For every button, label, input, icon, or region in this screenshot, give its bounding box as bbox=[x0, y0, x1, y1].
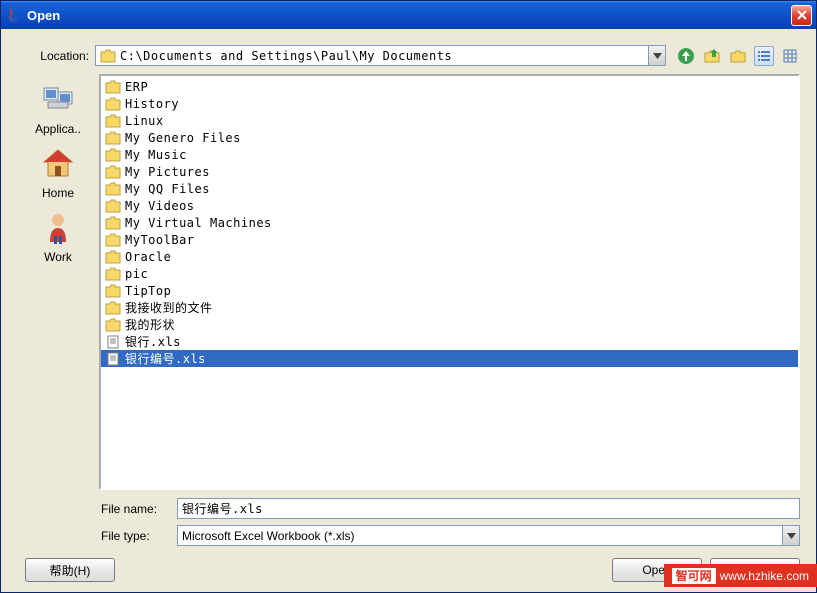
folder-icon bbox=[105, 233, 121, 247]
file-name-text: 银行.xls bbox=[125, 333, 181, 350]
location-combo[interactable]: C:\Documents and Settings\Paul\My Docume… bbox=[95, 45, 666, 66]
place-item-work[interactable]: Work bbox=[20, 206, 96, 268]
file-name-text: 我的形状 bbox=[125, 316, 175, 333]
folder-item[interactable]: ERP bbox=[101, 78, 798, 95]
folder-item[interactable]: History bbox=[101, 95, 798, 112]
dialog-content: Location: C:\Documents and Settings\Paul… bbox=[1, 29, 816, 592]
file-name-text: History bbox=[125, 97, 179, 111]
folder-item[interactable]: Linux bbox=[101, 112, 798, 129]
folder-icon bbox=[105, 284, 121, 298]
file-item[interactable]: 银行编号.xls bbox=[101, 350, 798, 367]
folder-item[interactable]: My Genero Files bbox=[101, 129, 798, 146]
location-path: C:\Documents and Settings\Paul\My Docume… bbox=[120, 49, 648, 63]
file-name-text: 我接收到的文件 bbox=[125, 299, 213, 316]
file-icon bbox=[105, 335, 121, 349]
folder-icon bbox=[105, 301, 121, 315]
file-list[interactable]: ERP History Linux My Genero Files My Music My… bbox=[99, 74, 800, 490]
file-name-text: My Virtual Machines bbox=[125, 216, 272, 230]
open-dialog-window: Open Location: C:\Documents and Settings… bbox=[0, 0, 817, 593]
watermark-prefix: 智可网 bbox=[672, 568, 716, 584]
location-row: Location: C:\Documents and Settings\Paul… bbox=[17, 39, 800, 74]
folder-icon bbox=[105, 216, 121, 230]
bottom-fields: File name: File type: Microsoft Excel Wo… bbox=[99, 490, 800, 552]
folder-icon bbox=[105, 267, 121, 281]
home-icon bbox=[40, 146, 76, 182]
folder-icon bbox=[105, 148, 121, 162]
watermark-url: www.hzhike.com bbox=[720, 569, 809, 583]
location-label: Location: bbox=[17, 49, 95, 63]
folder-item[interactable]: Oracle bbox=[101, 248, 798, 265]
folder-icon bbox=[105, 165, 121, 179]
file-type-value: Microsoft Excel Workbook (*.xls) bbox=[182, 529, 354, 543]
file-name-text: My Genero Files bbox=[125, 131, 241, 145]
folder-item[interactable]: My Music bbox=[101, 146, 798, 163]
file-item[interactable]: 银行.xls bbox=[101, 333, 798, 350]
file-name-text: My Videos bbox=[125, 199, 195, 213]
folder-icon bbox=[105, 182, 121, 196]
folder-item[interactable]: TipTop bbox=[101, 282, 798, 299]
file-name-text: pic bbox=[125, 267, 148, 281]
folder-item[interactable]: My Virtual Machines bbox=[101, 214, 798, 231]
watermark: 智可网 www.hzhike.com bbox=[664, 564, 817, 587]
toolbar bbox=[676, 46, 800, 66]
file-name-text: TipTop bbox=[125, 284, 171, 298]
list-view-icon[interactable] bbox=[754, 46, 774, 66]
place-item-home[interactable]: Home bbox=[20, 142, 96, 204]
places-sidebar: Applica.. Home Work bbox=[17, 74, 99, 552]
folder-icon bbox=[105, 80, 121, 94]
window-title: Open bbox=[27, 8, 791, 23]
file-name-text: 银行编号.xls bbox=[125, 350, 206, 367]
folder-icon bbox=[105, 97, 121, 111]
java-icon bbox=[5, 7, 21, 23]
place-item-applica-[interactable]: Applica.. bbox=[20, 78, 96, 140]
place-label: Home bbox=[42, 186, 74, 200]
file-name-text: MyToolBar bbox=[125, 233, 195, 247]
details-view-icon[interactable] bbox=[780, 46, 800, 66]
file-type-combo[interactable]: Microsoft Excel Workbook (*.xls) bbox=[177, 525, 800, 546]
chevron-down-icon[interactable] bbox=[648, 46, 665, 65]
folder-icon bbox=[105, 250, 121, 264]
folder-item[interactable]: My Videos bbox=[101, 197, 798, 214]
file-icon bbox=[105, 352, 121, 366]
titlebar: Open bbox=[1, 1, 816, 29]
up-icon[interactable] bbox=[676, 46, 696, 66]
file-name-text: My QQ Files bbox=[125, 182, 210, 196]
home-icon[interactable] bbox=[702, 46, 722, 66]
place-label: Applica.. bbox=[35, 122, 81, 136]
file-name-text: Oracle bbox=[125, 250, 171, 264]
file-panel: ERP History Linux My Genero Files My Music My… bbox=[99, 74, 800, 552]
folder-item[interactable]: MyToolBar bbox=[101, 231, 798, 248]
file-name-text: ERP bbox=[125, 80, 148, 94]
file-name-label: File name: bbox=[99, 502, 177, 516]
file-name-text: My Music bbox=[125, 148, 187, 162]
close-button[interactable] bbox=[791, 5, 812, 26]
folder-item[interactable]: 我的形状 bbox=[101, 316, 798, 333]
folder-icon bbox=[105, 199, 121, 213]
file-type-label: File type: bbox=[99, 529, 177, 543]
folder-item[interactable]: My Pictures bbox=[101, 163, 798, 180]
folder-icon bbox=[100, 49, 116, 63]
person-icon bbox=[40, 210, 76, 246]
folder-item[interactable]: pic bbox=[101, 265, 798, 282]
folder-icon bbox=[105, 114, 121, 128]
folder-item[interactable]: 我接收到的文件 bbox=[101, 299, 798, 316]
help-button[interactable]: 帮助(H) bbox=[25, 558, 115, 582]
file-name-input[interactable] bbox=[177, 498, 800, 519]
place-label: Work bbox=[44, 250, 72, 264]
file-name-text: My Pictures bbox=[125, 165, 210, 179]
new-folder-icon[interactable] bbox=[728, 46, 748, 66]
computer-icon bbox=[40, 82, 76, 118]
folder-icon bbox=[105, 318, 121, 332]
folder-item[interactable]: My QQ Files bbox=[101, 180, 798, 197]
file-name-row: File name: bbox=[99, 498, 800, 519]
file-name-text: Linux bbox=[125, 114, 164, 128]
chevron-down-icon[interactable] bbox=[782, 526, 799, 545]
folder-icon bbox=[105, 131, 121, 145]
file-type-row: File type: Microsoft Excel Workbook (*.x… bbox=[99, 525, 800, 546]
middle-panel: Applica.. Home Work ERP History Linux My Gene… bbox=[17, 74, 800, 552]
